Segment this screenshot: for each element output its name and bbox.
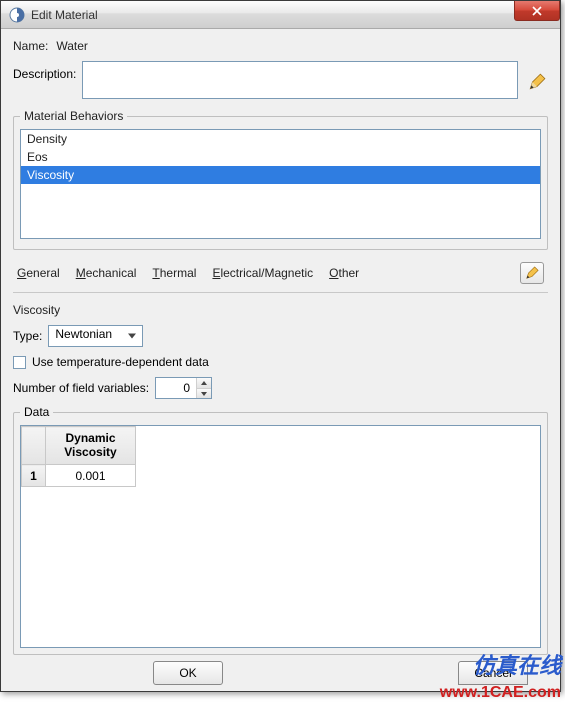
behavior-item-eos[interactable]: Eos <box>21 148 540 166</box>
description-label: Description: <box>13 67 76 81</box>
dialog-content: Name: Water Description: Material Behavi… <box>1 29 560 691</box>
temp-dependent-checkbox[interactable] <box>13 356 26 369</box>
data-legend: Data <box>20 405 53 419</box>
col-header-dynamic-viscosity[interactable]: DynamicViscosity <box>46 427 136 465</box>
type-label: Type: <box>13 329 42 343</box>
grid-corner <box>22 427 46 465</box>
type-row: Type: Newtonian <box>13 325 548 347</box>
behavior-item-viscosity[interactable]: Viscosity <box>21 166 540 184</box>
name-row: Name: Water <box>13 39 548 53</box>
data-grid[interactable]: DynamicViscosity 10.001 <box>20 425 541 648</box>
spinner-down[interactable] <box>197 388 211 398</box>
title-bar[interactable]: Edit Material <box>1 1 560 29</box>
delete-behavior-button[interactable] <box>520 262 544 284</box>
cancel-button[interactable]: Cancel <box>458 661 528 685</box>
field-vars-input[interactable] <box>156 378 196 398</box>
row-header[interactable]: 1 <box>22 465 46 487</box>
menu-general[interactable]: General <box>17 266 60 280</box>
type-select[interactable]: Newtonian <box>48 325 143 347</box>
type-select-value: Newtonian <box>55 327 112 341</box>
material-behaviors-legend: Material Behaviors <box>20 109 127 123</box>
window-title: Edit Material <box>31 8 98 22</box>
field-vars-label: Number of field variables: <box>13 381 149 395</box>
menu-bar: General Mechanical Thermal Electrical/Ma… <box>13 258 548 293</box>
menu-mechanical[interactable]: Mechanical <box>76 266 137 280</box>
pencil-icon <box>528 73 546 91</box>
close-button[interactable] <box>514 1 560 21</box>
menu-other[interactable]: Other <box>329 266 359 280</box>
close-icon <box>532 6 542 16</box>
spinner-up[interactable] <box>197 378 211 388</box>
temp-dependent-row: Use temperature-dependent data <box>13 355 548 369</box>
data-group: Data DynamicViscosity 10.001 <box>13 405 548 655</box>
dialog-buttons: OK Cancel <box>13 655 548 685</box>
viscosity-section-title: Viscosity <box>13 303 548 317</box>
cell-dynamic-viscosity[interactable]: 0.001 <box>46 465 136 487</box>
temp-dependent-label: Use temperature-dependent data <box>32 355 209 369</box>
app-icon <box>9 7 25 23</box>
name-label: Name: <box>13 39 48 53</box>
spinner-buttons <box>196 378 211 398</box>
pencil-icon <box>525 266 539 280</box>
ok-button[interactable]: OK <box>153 661 223 685</box>
menu-thermal[interactable]: Thermal <box>152 266 196 280</box>
menu-electrical[interactable]: Electrical/Magnetic <box>212 266 313 280</box>
description-row: Description: <box>13 61 548 99</box>
field-vars-spinner[interactable] <box>155 377 212 399</box>
material-behaviors-group: Material Behaviors DensityEosViscosity <box>13 109 548 250</box>
edit-description-button[interactable] <box>526 71 548 93</box>
field-vars-row: Number of field variables: <box>13 377 548 399</box>
name-value: Water <box>56 39 88 53</box>
edit-material-dialog: Edit Material Name: Water Description: M… <box>0 0 561 692</box>
behavior-item-density[interactable]: Density <box>21 130 540 148</box>
material-behaviors-list[interactable]: DensityEosViscosity <box>20 129 541 239</box>
description-input[interactable] <box>82 61 518 99</box>
